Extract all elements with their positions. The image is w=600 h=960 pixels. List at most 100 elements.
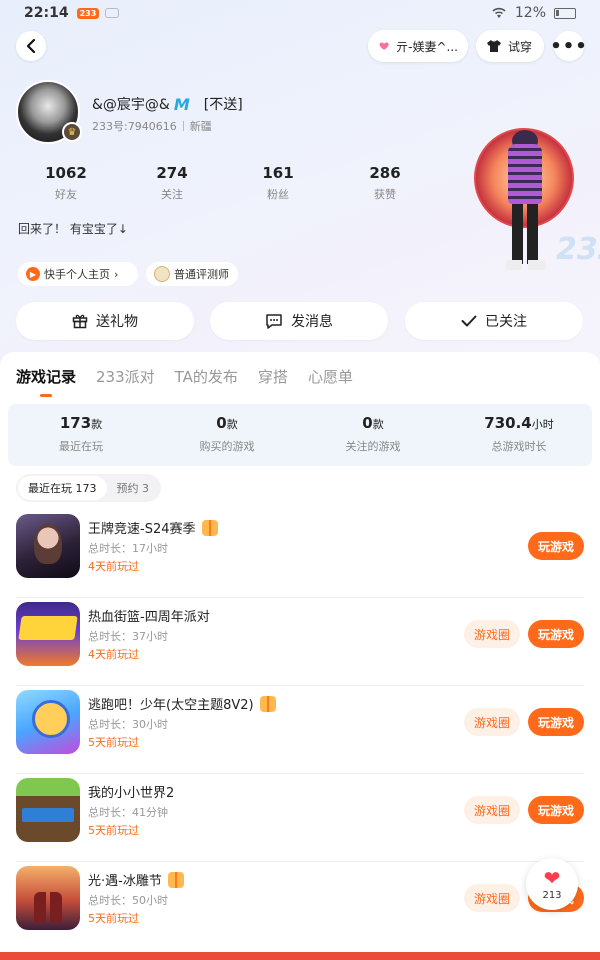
list-item[interactable]: 我的小小世界2 总时长：41分钟 5天前玩过 游戏圈 玩游戏 <box>16 774 584 862</box>
reviewer-badge[interactable]: 普通评测师 <box>146 262 238 286</box>
game-icon <box>16 690 80 754</box>
tshirt-icon <box>487 40 501 52</box>
reviewer-icon <box>154 266 170 282</box>
summary-unit: 款 <box>226 418 238 431</box>
stat-likes[interactable]: 286 获赞 <box>335 164 435 202</box>
game-title-text: 王牌竞速-S24赛季 <box>88 522 196 537</box>
list-item[interactable]: 王牌竞速-S24赛季 总时长：17小时 4天前玩过 玩游戏 <box>16 510 584 598</box>
send-gift-button[interactable]: 送礼物 <box>16 302 194 340</box>
member-badge-icon: M <box>173 94 190 114</box>
game-title: 逃跑吧！少年(太空主题8V2) <box>88 694 276 713</box>
user-region: 新疆 <box>189 120 212 133</box>
game-duration: 总时长：50小时 <box>88 894 168 907</box>
subtab-reserved[interactable]: 预约 3 <box>107 476 160 500</box>
tab-outfits[interactable]: 穿搭 <box>258 366 288 387</box>
summary-label: 最近在玩 <box>59 440 103 453</box>
status-bar: 22:14 233 12% <box>0 0 600 26</box>
wifi-icon <box>492 7 506 18</box>
stat-friends[interactable]: 1062 好友 <box>16 164 116 202</box>
game-title-text: 热血街篮-四周年派对 <box>88 610 210 625</box>
status-time: 22:14 <box>24 5 69 21</box>
game-circle-button[interactable]: 游戏圈 <box>464 708 520 736</box>
summary-recent[interactable]: 173款 最近在玩 <box>8 414 154 454</box>
game-list: 王牌竞速-S24赛季 总时长：17小时 4天前玩过 玩游戏 热血街篮-四周年派对… <box>0 510 600 950</box>
summary-value: 730.4 <box>484 414 532 432</box>
stat-label: 关注 <box>161 188 183 201</box>
partner-button[interactable]: 亓-媄妻^... <box>368 30 468 62</box>
gift-icon <box>72 314 88 329</box>
user-id[interactable]: 233号:7940616 <box>92 118 177 134</box>
message-icon <box>266 314 282 329</box>
play-game-button[interactable]: 玩游戏 <box>528 620 584 648</box>
more-button[interactable]: ••• <box>550 31 587 61</box>
game-duration: 总时长：37小时 <box>88 630 168 643</box>
game-circle-button[interactable]: 游戏圈 <box>464 796 520 824</box>
avatar[interactable]: ♛ <box>16 80 82 144</box>
stat-following[interactable]: 274 关注 <box>122 164 222 202</box>
kuaishou-label: 快手个人主页 <box>44 268 110 281</box>
stat-value: 286 <box>369 164 401 182</box>
tab-posts[interactable]: TA的发布 <box>175 366 238 387</box>
tab-game-records[interactable]: 游戏记录 <box>16 366 76 397</box>
stat-value: 161 <box>262 164 294 182</box>
kuaishou-icon: ▶ <box>26 267 40 281</box>
game-circle-button[interactable]: 游戏圈 <box>464 620 520 648</box>
list-item[interactable]: 热血街篮-四周年派对 总时长：37小时 4天前玩过 游戏圈 玩游戏 <box>16 598 584 686</box>
game-last-played: 4天前玩过 <box>88 648 139 661</box>
gift-icon <box>259 695 276 712</box>
game-icon <box>16 866 80 930</box>
notification-icon <box>105 8 120 18</box>
summary-unit: 款 <box>372 418 384 431</box>
profile-stats: 1062 好友 274 关注 161 粉丝 286 获赞 <box>16 164 456 204</box>
play-game-button[interactable]: 玩游戏 <box>528 796 584 824</box>
partner-label: 亓-媄妻^... <box>396 39 458 54</box>
followed-button[interactable]: 已关注 <box>405 302 583 340</box>
try-on-button[interactable]: 试穿 <box>476 30 544 62</box>
game-circle-button[interactable]: 游戏圈 <box>464 884 520 912</box>
divider <box>182 121 184 131</box>
battery-icon <box>554 7 576 19</box>
play-game-button[interactable]: 玩游戏 <box>528 708 584 736</box>
game-icon <box>16 602 80 666</box>
send-message-label: 发消息 <box>291 314 333 330</box>
chevron-right-icon: › <box>114 267 119 281</box>
app-notification-icon: 233 <box>76 7 100 19</box>
subtab-recent[interactable]: 最近在玩 173 <box>18 476 107 500</box>
gift-icon <box>201 519 218 536</box>
profile-tabs: 游戏记录 233派对 TA的发布 穿搭 心愿单 <box>16 366 353 397</box>
list-item[interactable]: 逃跑吧！少年(太空主题8V2) 总时长：30小时 5天前玩过 游戏圈 玩游戏 <box>16 686 584 774</box>
send-message-button[interactable]: 发消息 <box>210 302 388 340</box>
game-duration: 总时长：30小时 <box>88 718 168 731</box>
stat-label: 粉丝 <box>267 188 289 201</box>
game-title: 王牌竞速-S24赛季 <box>88 518 218 537</box>
floating-like-button[interactable]: ❤ 213 <box>526 858 578 910</box>
top-nav: 亓-媄妻^... 试穿 ••• <box>16 30 587 62</box>
game-title-text: 光·遇-冰雕节 <box>88 874 162 889</box>
kuaishou-profile-link[interactable]: ▶ 快手个人主页 › <box>18 262 138 286</box>
game-icon <box>16 514 80 578</box>
user-id-row: 233号:7940616 新疆 <box>92 118 212 134</box>
try-on-label: 试穿 <box>508 39 533 54</box>
back-button[interactable] <box>16 31 46 61</box>
list-item[interactable]: 光·遇-冰雕节 总时长：50小时 5天前玩过 游戏圈 玩游戏 <box>16 862 584 950</box>
like-count: 213 <box>542 889 562 901</box>
summary-label: 关注的游戏 <box>345 440 401 453</box>
character-body <box>508 144 542 204</box>
tab-party[interactable]: 233派对 <box>96 366 155 387</box>
content-sheet: 游戏记录 233派对 TA的发布 穿搭 心愿单 173款 最近在玩 0款 购买的… <box>0 352 600 960</box>
summary-unit: 款 <box>91 418 103 431</box>
action-row: 送礼物 发消息 已关注 <box>16 302 584 340</box>
summary-total-time[interactable]: 730.4小时 总游戏时长 <box>446 414 592 454</box>
game-last-played: 5天前玩过 <box>88 912 139 925</box>
bottom-strip <box>0 952 600 960</box>
play-game-button[interactable]: 玩游戏 <box>528 532 584 560</box>
game-summary: 173款 最近在玩 0款 购买的游戏 0款 关注的游戏 730.4小时 总游戏时… <box>8 404 592 466</box>
reviewer-label: 普通评测师 <box>174 268 229 281</box>
stat-fans[interactable]: 161 粉丝 <box>228 164 328 202</box>
summary-purchased[interactable]: 0款 购买的游戏 <box>154 414 300 454</box>
summary-followed-games[interactable]: 0款 关注的游戏 <box>300 414 446 454</box>
game-last-played: 5天前玩过 <box>88 824 139 837</box>
crown-icon: ♛ <box>62 122 82 142</box>
tab-wishlist[interactable]: 心愿单 <box>308 366 353 387</box>
game-title-text: 我的小小世界2 <box>88 786 175 801</box>
